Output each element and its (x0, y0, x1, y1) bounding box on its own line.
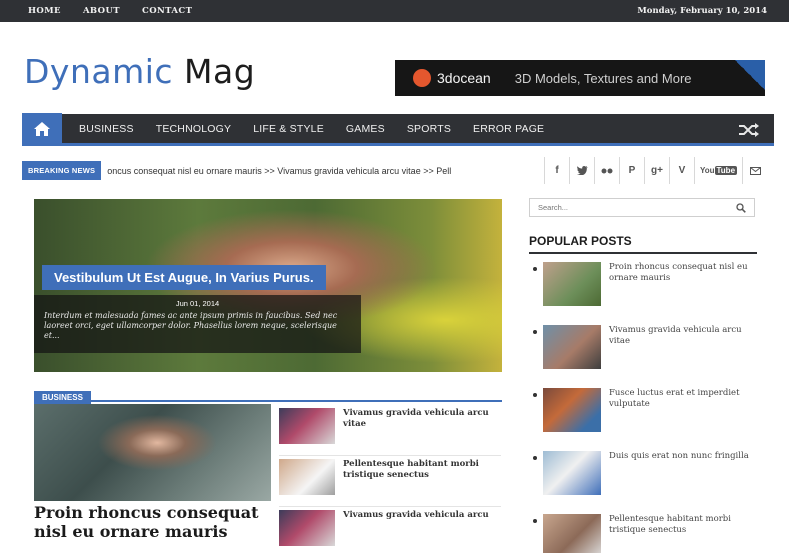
search-box (529, 198, 755, 217)
pinterest-icon[interactable]: P (619, 157, 644, 184)
post-thumbnail[interactable] (543, 325, 601, 369)
top-link-contact[interactable]: CONTACT (142, 6, 192, 16)
top-link-home[interactable]: HOME (28, 6, 61, 16)
list-item[interactable]: Proin rhoncus consequat nisl eu ornare m… (533, 262, 768, 325)
post-title[interactable]: Proin rhoncus consequat nisl eu ornare m… (609, 262, 759, 284)
top-link-about[interactable]: ABOUT (83, 6, 120, 16)
top-bar: HOME ABOUT CONTACT Monday, February 10, … (0, 0, 789, 22)
flickr-icon[interactable] (594, 157, 619, 184)
post-thumbnail[interactable] (279, 459, 335, 495)
post-thumbnail[interactable] (279, 510, 335, 546)
post-thumbnail[interactable] (543, 262, 601, 306)
post-thumbnail[interactable] (543, 514, 601, 553)
nav-item-games[interactable]: GAMES (346, 123, 385, 135)
post-title[interactable]: Pellentesque habitant morbi tristique se… (343, 459, 501, 506)
header-ad-banner[interactable]: 3docean 3D Models, Textures and More (395, 60, 765, 96)
post-title[interactable]: Vivamus gravida vehicula arcu (343, 510, 489, 553)
social-icons: f P g+ V You Tube (544, 157, 767, 184)
bullet-icon (533, 519, 537, 523)
bullet-icon (533, 330, 537, 334)
home-icon (34, 121, 50, 136)
main-nav: BUSINESS TECHNOLOGY LIFE & STYLE GAMES S… (22, 112, 774, 146)
post-title[interactable]: Vivamus gravida vehicula arcu vitae (343, 408, 501, 455)
breaking-news-bar: BREAKING NEWS oncus consequat nisl eu or… (22, 157, 774, 184)
banner-corner-ribbon (735, 60, 765, 90)
post-thumbnail[interactable] (543, 388, 601, 432)
hero-title[interactable]: Vestibulum Ut Est Augue, In Varius Purus… (42, 265, 326, 290)
breaking-news-label: BREAKING NEWS (22, 161, 102, 180)
list-item[interactable]: Pellentesque habitant morbi tristique se… (533, 514, 768, 553)
facebook-icon[interactable]: f (544, 157, 569, 184)
list-item[interactable]: Fusce luctus erat et imperdiet vulputate (533, 388, 768, 451)
nav-item-error-page[interactable]: ERROR PAGE (473, 123, 544, 135)
list-item[interactable]: Vivamus gravida vehicula arcu vitae (533, 325, 768, 388)
bullet-icon (533, 267, 537, 271)
home-button[interactable] (22, 112, 62, 145)
nav-item-sports[interactable]: SPORTS (407, 123, 451, 135)
hero-featured-post[interactable]: Vestibulum Ut Est Augue, In Varius Purus… (34, 199, 502, 372)
popular-posts-list: Proin rhoncus consequat nisl eu ornare m… (533, 262, 768, 553)
post-title[interactable]: Vivamus gravida vehicula arcu vitae (609, 325, 759, 347)
business-section-label[interactable]: BUSINESS (34, 391, 91, 404)
popular-posts-title: POPULAR POSTS (529, 234, 757, 254)
bullet-icon (533, 456, 537, 460)
hero-date: Jun 01, 2014 (175, 299, 220, 308)
business-section-header: BUSINESS (34, 391, 502, 404)
post-thumbnail[interactable] (543, 451, 601, 495)
vimeo-icon[interactable]: V (669, 157, 694, 184)
post-title[interactable]: Duis quis erat non nunc fringilla (609, 451, 759, 462)
search-icon[interactable] (736, 202, 746, 213)
banner-tagline: 3D Models, Textures and More (514, 70, 692, 86)
breaking-news-ticker[interactable]: oncus consequat nisl eu ornare mauris >>… (107, 166, 539, 176)
business-feature-title[interactable]: Proin rhoncus consequat nisl eu ornare m… (34, 503, 274, 541)
twitter-icon[interactable] (569, 157, 594, 184)
current-date: Monday, February 10, 2014 (637, 6, 767, 16)
list-item[interactable]: Duis quis erat non nunc fringilla (533, 451, 768, 514)
youtube-icon[interactable]: You Tube (694, 157, 742, 184)
post-title[interactable]: Pellentesque habitant morbi tristique se… (609, 514, 759, 536)
hero-excerpt: Interdum et malesuada fames ac ante ipsu… (44, 311, 338, 340)
shuffle-icon[interactable] (738, 122, 760, 138)
banner-logo-icon (413, 69, 431, 87)
business-post-list: Vivamus gravida vehicula arcu vitae Pell… (279, 406, 501, 553)
nav-item-technology[interactable]: TECHNOLOGY (156, 123, 232, 135)
googleplus-icon[interactable]: g+ (644, 157, 669, 184)
banner-brand: 3docean (437, 70, 491, 86)
post-title[interactable]: Fusce luctus erat et imperdiet vulputate (609, 388, 759, 410)
nav-item-life-style[interactable]: LIFE & STYLE (253, 123, 324, 135)
list-item[interactable]: Pellentesque habitant morbi tristique se… (279, 457, 501, 507)
nav-item-business[interactable]: BUSINESS (79, 123, 134, 135)
list-item[interactable]: Vivamus gravida vehicula arcu (279, 508, 501, 553)
business-feature-image[interactable] (34, 404, 271, 501)
top-links: HOME ABOUT CONTACT (28, 6, 214, 16)
email-icon[interactable] (742, 157, 767, 184)
logo-text-mag: Mag (184, 52, 256, 91)
site-logo[interactable]: Dynamic Mag (24, 52, 255, 91)
logo-text-dynamic: Dynamic (24, 52, 174, 91)
bullet-icon (533, 393, 537, 397)
post-thumbnail[interactable] (279, 408, 335, 444)
list-item[interactable]: Vivamus gravida vehicula arcu vitae (279, 406, 501, 456)
search-input[interactable] (538, 203, 736, 212)
hero-caption: Jun 01, 2014 Interdum et malesuada fames… (34, 295, 361, 353)
